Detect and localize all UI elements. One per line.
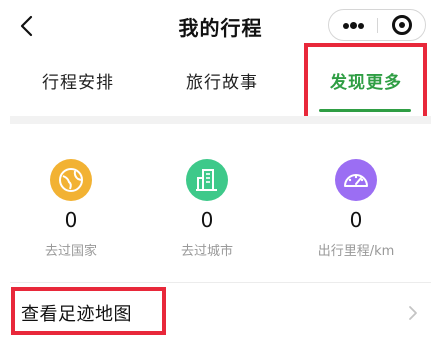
tab-travel-stories[interactable]: 旅行故事 [186,68,258,93]
building-icon [186,159,228,201]
view-footprint-map-row[interactable]: 查看足迹地图 [0,283,441,344]
cities-label: 去过城市 [180,244,233,259]
more-options-button[interactable] [329,10,377,40]
tab-itinerary[interactable]: 行程安排 [42,68,114,93]
dot-icon [343,23,349,29]
dot-icon [350,22,357,29]
view-footprint-map-label: 查看足迹地图 [21,304,132,325]
target-dot [399,22,405,28]
countries-count: 0 [64,208,78,232]
dot-icon [358,23,364,29]
mileage-label: 出行里程/km [317,244,395,259]
chevron-right-icon [409,306,417,320]
section-separator [10,116,431,124]
mileage-count: 0 [349,208,363,232]
tab-bar: 行程安排 旅行故事 发现更多 [0,52,441,114]
close-mini-program-button[interactable] [378,10,426,40]
active-tab-indicator [319,109,411,112]
globe-icon [50,159,92,201]
tab-discover-more[interactable]: 发现更多 [330,68,402,93]
mini-program-capsule [328,9,426,41]
cities-count: 0 [200,208,214,232]
travel-stats: 0 去过国家 0 去过城市 0 出行里程/km [0,124,441,284]
navigation-bar: 我的行程 [0,0,441,52]
speedometer-icon [335,159,377,201]
countries-label: 去过国家 [44,244,97,259]
